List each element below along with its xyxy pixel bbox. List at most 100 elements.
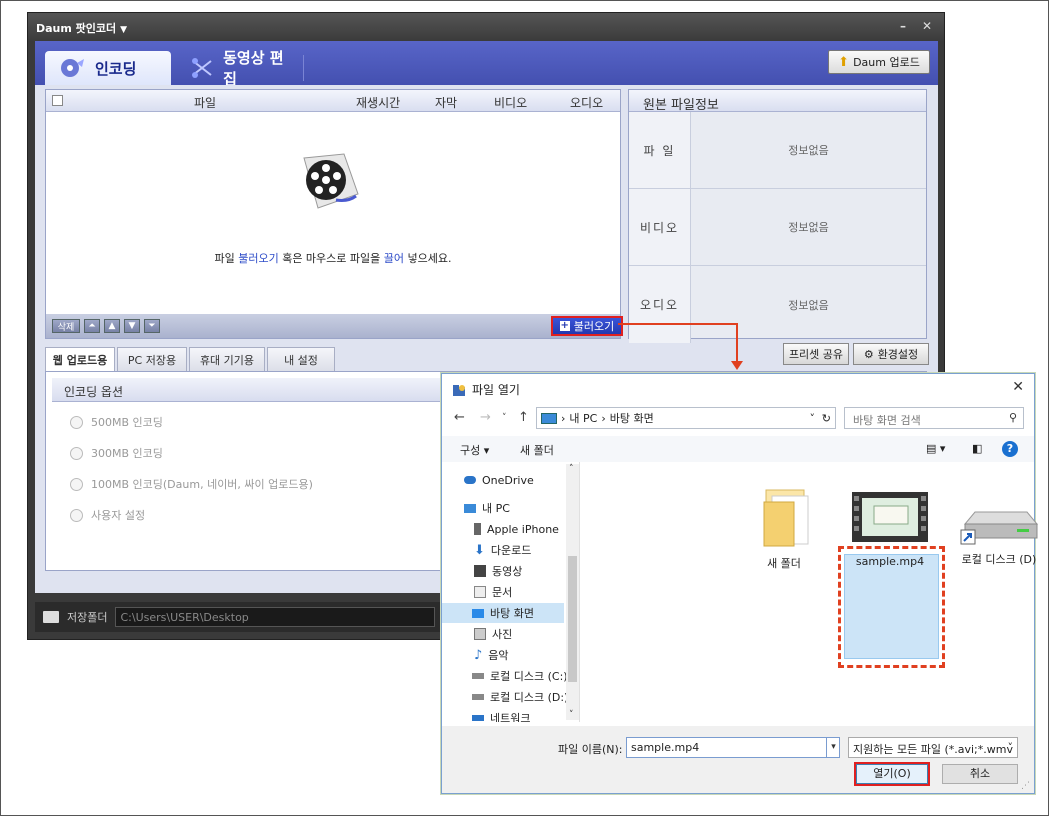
empty-hint-load-link[interactable]: 불러오기: [238, 252, 278, 265]
tab-video-edit[interactable]: 동영상 편집: [175, 49, 301, 88]
column-audio[interactable]: 오디오: [570, 94, 603, 111]
search-placeholder: 바탕 화면 검색: [853, 414, 921, 427]
tab-pc-save[interactable]: PC 저장용: [117, 347, 187, 371]
nav-item-desktop[interactable]: 바탕 화면: [442, 603, 564, 623]
scroll-thumb[interactable]: [568, 556, 577, 682]
nav-item-downloads[interactable]: ⬇ 다운로드: [474, 540, 531, 560]
nav-item-disk-c[interactable]: 로컬 디스크 (C:): [472, 666, 568, 686]
radio-button[interactable]: [70, 446, 83, 460]
cancel-button[interactable]: 취소: [942, 764, 1018, 784]
option-500mb[interactable]: 500MB 인코딩: [70, 414, 163, 430]
tab-pc-save-label: PC 저장용: [127, 353, 177, 367]
empty-hint-drag-text: 끌어: [383, 252, 405, 265]
search-input[interactable]: 바탕 화면 검색 ⚲: [844, 407, 1024, 429]
back-arrow-icon[interactable]: ←: [454, 410, 465, 425]
nav-item-label: 바탕 화면: [490, 607, 534, 620]
nav-item-documents[interactable]: 문서: [474, 582, 512, 602]
source-info-title: 원본 파일정보: [629, 90, 926, 113]
drive-icon: [472, 673, 484, 679]
nav-item-music[interactable]: ♪ 음악: [474, 645, 509, 665]
view-options-icon[interactable]: ▤ ▾: [926, 442, 945, 455]
move-bottom-button[interactable]: ⏷: [144, 319, 160, 333]
column-video[interactable]: 비디오: [494, 94, 527, 111]
load-file-button[interactable]: + 불러오기: [551, 316, 623, 336]
scroll-up-icon[interactable]: ˄: [569, 464, 574, 474]
refresh-icon[interactable]: ↻: [822, 412, 831, 425]
file-list-panel[interactable]: 파일 재생시간 자막 비디오 오디오 파일 불러오기 혹은 마우스로 파일을 끌…: [45, 89, 623, 339]
file-item-sample-mp4[interactable]: sample.mp4: [848, 484, 932, 568]
folder-icon[interactable]: [43, 611, 59, 623]
filetype-select[interactable]: 지원하는 모든 파일 (*.avi;*.wmv ˅: [848, 737, 1018, 758]
nav-item-iphone[interactable]: Apple iPhone: [474, 519, 559, 539]
daum-upload-label: Daum 업로드: [853, 56, 920, 69]
settings-button[interactable]: ⚙ 환경설정: [853, 343, 929, 365]
delete-button[interactable]: 삭제: [52, 319, 80, 333]
scroll-down-icon[interactable]: ˅: [569, 710, 574, 720]
nav-scrollbar[interactable]: ˄ ˅: [566, 464, 579, 720]
tab-mobile[interactable]: 휴대 기기용: [189, 347, 265, 371]
chevron-down-icon: ▼: [120, 25, 128, 35]
tab-web-upload[interactable]: 웹 업로드용: [45, 347, 115, 371]
new-folder-button[interactable]: 새 폴더: [520, 442, 554, 458]
dialog-title: 파일 열기: [472, 383, 520, 397]
option-custom[interactable]: 사용자 설정: [70, 507, 145, 523]
preview-pane-icon[interactable]: ◧: [972, 442, 982, 455]
filename-input[interactable]: sample.mp4: [626, 737, 840, 758]
option-100mb[interactable]: 100MB 인코딩(Daum, 네이버, 싸이 업로드용): [70, 476, 313, 492]
cloud-icon: [464, 476, 476, 484]
nav-item-my-pc[interactable]: 내 PC: [464, 498, 510, 518]
chevron-down-icon[interactable]: ˅: [810, 412, 816, 425]
address-bar[interactable]: › 내 PC › 바탕 화면 ˅ ↻: [536, 407, 836, 429]
radio-button[interactable]: [70, 415, 83, 429]
nav-item-pictures[interactable]: 사진: [474, 624, 512, 644]
file-item-disk-d-shortcut[interactable]: 로컬 디스크 (D): [950, 502, 1048, 567]
drive-icon: [472, 694, 484, 700]
breadcrumb-sep: ›: [561, 411, 566, 425]
up-arrow-icon[interactable]: ↑: [518, 410, 529, 425]
folder-icon: [763, 489, 809, 547]
recent-chevron-icon[interactable]: ˅: [502, 413, 507, 423]
open-button[interactable]: 열기(O): [854, 762, 930, 786]
close-button[interactable]: ✕: [922, 19, 932, 33]
move-top-button[interactable]: ⏶: [84, 319, 100, 333]
help-icon[interactable]: ?: [1002, 441, 1018, 457]
column-subtitle[interactable]: 자막: [435, 94, 457, 111]
encoding-icon: [61, 59, 84, 77]
daum-upload-button[interactable]: ⬆ Daum 업로드: [828, 50, 930, 74]
breadcrumb-my-pc[interactable]: 내 PC: [569, 410, 597, 426]
tab-my-settings[interactable]: 내 설정: [267, 347, 335, 371]
column-file[interactable]: 파일: [194, 94, 216, 111]
minimize-button[interactable]: –: [900, 19, 906, 33]
save-folder-path[interactable]: C:\Users\USER\Desktop: [115, 607, 436, 627]
nav-item-videos[interactable]: 동영상: [474, 561, 522, 581]
dialog-toolbar: 구성 ▾ 새 폴더 ▤ ▾ ◧ ?: [442, 436, 1034, 462]
option-300mb[interactable]: 300MB 인코딩: [70, 445, 163, 461]
nav-item-label: 내 PC: [482, 502, 510, 515]
nav-item-network[interactable]: 네트워크: [472, 708, 530, 722]
preset-share-button[interactable]: 프리셋 공유: [783, 343, 849, 365]
resize-grip-icon[interactable]: ⋰: [1021, 781, 1030, 791]
dialog-close-button[interactable]: ✕: [1012, 379, 1024, 395]
filename-dropdown-icon[interactable]: ▾: [826, 738, 840, 757]
organize-button[interactable]: 구성 ▾: [460, 442, 489, 458]
open-button-label: 열기(O): [873, 767, 911, 780]
desktop-icon: [472, 608, 484, 618]
nav-item-onedrive[interactable]: OneDrive: [464, 470, 534, 490]
select-all-checkbox[interactable]: [52, 95, 63, 106]
forward-arrow-icon[interactable]: →: [480, 410, 491, 425]
source-info-value: 정보없음: [788, 298, 829, 312]
app-title[interactable]: Daum 팟인코더 ▼: [36, 20, 127, 36]
radio-button[interactable]: [70, 508, 83, 522]
file-item-new-folder[interactable]: 새 폴더: [744, 482, 824, 571]
breadcrumb-sep: ›: [601, 411, 606, 425]
music-icon: ♪: [474, 647, 483, 663]
nav-item-label: OneDrive: [482, 473, 534, 487]
move-down-button[interactable]: ▼: [124, 319, 140, 333]
breadcrumb-desktop[interactable]: 바탕 화면: [610, 410, 654, 426]
nav-item-disk-d[interactable]: 로컬 디스크 (D:): [472, 687, 568, 707]
move-up-button[interactable]: ▲: [104, 319, 120, 333]
tab-encoding[interactable]: 인코딩: [45, 51, 171, 85]
titlebar: Daum 팟인코더 ▼ – ✕: [28, 13, 944, 41]
column-duration[interactable]: 재생시간: [356, 94, 400, 111]
radio-button[interactable]: [70, 477, 83, 491]
